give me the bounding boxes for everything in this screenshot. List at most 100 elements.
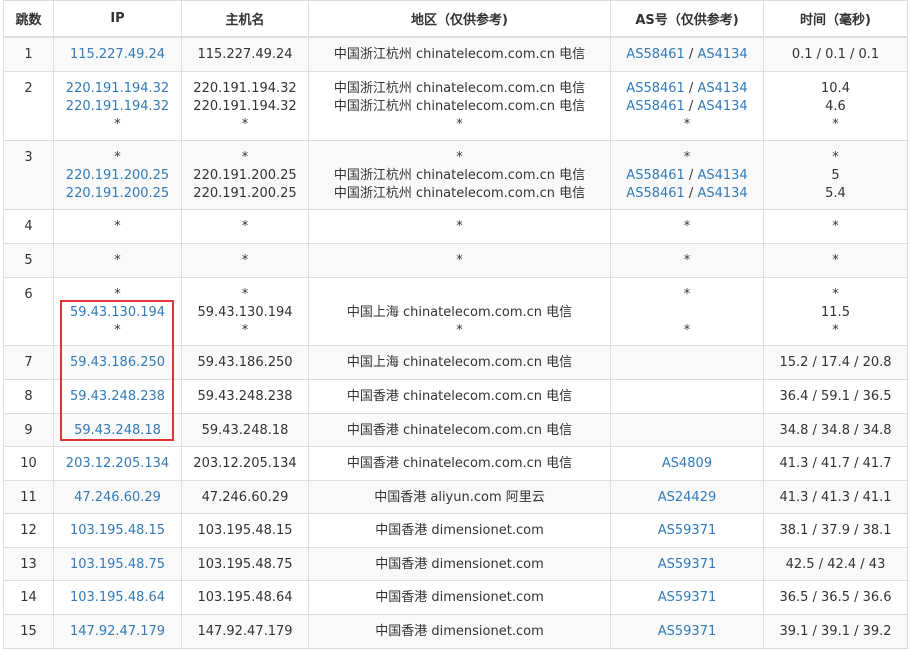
region-text: 中国上海 chinatelecom.com.cn 电信	[346, 304, 573, 320]
as-cell: *	[610, 242, 764, 278]
ip-link[interactable]: 103.195.48.64	[54, 589, 181, 607]
region-text: 中国香港 dimensionet.com	[375, 623, 544, 639]
hostname-cell: 115.227.49.24	[181, 36, 309, 72]
ip-link[interactable]: 220.191.200.25	[54, 185, 181, 203]
as-line: *	[611, 322, 763, 340]
table-header-row: 跳数 IP 主机名 地区（仅供参考) AS号（仅供参考) 时间（毫秒)	[3, 0, 908, 38]
time-cell: 42.5 / 42.4 / 43	[763, 546, 908, 581]
region-cell: 中国香港 dimensionet.com	[308, 546, 611, 581]
region-text: 中国香港 aliyun.com 阿里云	[374, 489, 545, 505]
time-text: 42.5 / 42.4 / 43	[785, 556, 886, 572]
as-cell: * AS58461 / AS4134 AS58461 / AS4134	[610, 139, 764, 210]
as-link[interactable]: AS24429	[658, 490, 717, 505]
hop-number: 11	[20, 489, 37, 505]
ip-link[interactable]: 220.191.194.32	[54, 98, 181, 116]
as-link[interactable]: AS4134	[697, 186, 747, 201]
as-separator: /	[684, 98, 698, 114]
time-cell: 36.5 / 36.5 / 36.6	[763, 579, 908, 615]
as-link[interactable]: AS58461	[626, 99, 685, 114]
time-text: 41.3 / 41.3 / 41.1	[779, 489, 892, 505]
as-line: AS58461 / AS4134	[611, 185, 763, 203]
hostname-cell: 47.246.60.29	[181, 479, 309, 514]
as-link[interactable]: AS58461	[626, 81, 685, 96]
column-header-hop: 跳数	[3, 0, 54, 38]
hop-number: 5	[24, 252, 33, 268]
ip-link[interactable]: 103.195.48.75	[54, 556, 181, 574]
time-cell: *	[763, 242, 908, 278]
as-cell: AS58461 / AS4134	[610, 36, 764, 72]
hop-number: 1	[24, 47, 33, 62]
ip-link[interactable]: 59.43.186.250	[54, 354, 181, 372]
as-link[interactable]: AS4134	[697, 81, 747, 96]
as-link[interactable]: AS4134	[697, 99, 747, 114]
ip-link[interactable]: 147.92.47.179	[54, 623, 181, 641]
as-link[interactable]: AS59371	[658, 590, 717, 605]
as-link[interactable]: AS4134	[697, 47, 747, 62]
region-text: *	[456, 149, 463, 165]
as-link[interactable]: AS58461	[626, 168, 685, 183]
as-placeholder: *	[683, 286, 691, 302]
as-cell: AS4809	[610, 445, 764, 481]
as-line: AS4809	[611, 455, 763, 473]
as-link[interactable]: AS59371	[658, 523, 717, 538]
ip-link[interactable]: 59.43.130.194	[54, 304, 181, 322]
region-text: *	[456, 218, 463, 234]
hostname-text: 59.43.248.18	[201, 422, 289, 438]
region-cell: 中国上海 chinatelecom.com.cn 电信 *	[308, 276, 611, 346]
hop-number: 3	[24, 149, 33, 165]
region-text: 中国浙江杭州 chinatelecom.com.cn 电信	[333, 167, 586, 183]
as-line	[611, 388, 763, 406]
as-cell	[610, 344, 764, 380]
region-text: 中国香港 chinatelecom.com.cn 电信	[346, 455, 573, 471]
table-row: 13 103.195.48.75 103.195.48.75 中国香港 dimensi…	[3, 546, 908, 581]
ip-cell: * 220.191.200.25 220.191.200.25	[53, 139, 182, 210]
hostname-text: *	[241, 218, 249, 234]
hop-number: 12	[20, 522, 37, 538]
table-row: 1 115.227.49.24 115.227.49.24 中国浙江杭州 chinat…	[3, 36, 908, 72]
region-text: 中国香港 dimensionet.com	[375, 589, 544, 605]
ip-cell: 103.195.48.75	[53, 546, 182, 581]
as-line	[611, 422, 763, 440]
hostname-cell: 59.43.248.238	[181, 378, 309, 414]
ip-placeholder: *	[114, 116, 121, 132]
ip-cell: * 59.43.130.194 *	[53, 276, 182, 346]
region-text: 中国香港 dimensionet.com	[375, 522, 544, 538]
region-cell: 中国浙江杭州 chinatelecom.com.cn 电信	[308, 36, 611, 72]
as-cell: * *	[610, 276, 764, 346]
ip-link[interactable]: 59.43.248.238	[54, 388, 181, 406]
as-cell: AS58461 / AS4134 AS58461 / AS4134 *	[610, 70, 764, 141]
time-text: *	[832, 149, 839, 165]
region-cell: 中国香港 chinatelecom.com.cn 电信	[308, 378, 611, 414]
ip-link[interactable]: 220.191.194.32	[54, 80, 181, 98]
as-link[interactable]: AS59371	[658, 624, 717, 639]
hostname-cell: *	[181, 242, 309, 278]
ip-placeholder: *	[114, 286, 121, 302]
time-text: *	[832, 116, 839, 132]
traceroute-panel: 跳数 IP 主机名 地区（仅供参考) AS号（仅供参考) 时间（毫秒) 1 115…	[3, 0, 908, 649]
as-link[interactable]: AS4134	[697, 168, 747, 183]
ip-link[interactable]: 103.195.48.15	[54, 522, 181, 540]
as-link[interactable]: AS59371	[658, 557, 717, 572]
table-row: 11 47.246.60.29 47.246.60.29 中国香港 aliyun.co…	[3, 479, 908, 514]
ip-link[interactable]: 115.227.49.24	[54, 46, 181, 64]
table-row: 10 203.12.205.134 203.12.205.134 中国香港 china…	[3, 445, 908, 481]
hostname-text: 115.227.49.24	[197, 47, 293, 62]
ip-link[interactable]: 203.12.205.134	[54, 455, 181, 473]
as-link[interactable]: AS58461	[626, 47, 685, 62]
as-placeholder: *	[683, 218, 691, 234]
table-row: 5 * * * * *	[3, 242, 908, 278]
ip-cell: 147.92.47.179	[53, 613, 182, 649]
time-text: *	[832, 252, 839, 268]
ip-link[interactable]: 59.43.248.18	[54, 422, 181, 440]
as-link[interactable]: AS4809	[662, 456, 712, 471]
ip-link[interactable]: 220.191.200.25	[54, 167, 181, 185]
ip-link[interactable]: 47.246.60.29	[54, 489, 181, 507]
as-link[interactable]: AS58461	[626, 186, 685, 201]
table-row: 12 103.195.48.15 103.195.48.15 中国香港 dimensi…	[3, 512, 908, 548]
time-text: 41.3 / 41.7 / 41.7	[779, 455, 892, 471]
region-text: 中国上海 chinatelecom.com.cn 电信	[346, 354, 573, 370]
time-text: 36.5 / 36.5 / 36.6	[779, 589, 892, 605]
region-text: 中国香港 chinatelecom.com.cn 电信	[346, 388, 573, 404]
hop-number: 9	[24, 422, 33, 438]
hostname-text: 220.191.194.32	[193, 98, 297, 114]
